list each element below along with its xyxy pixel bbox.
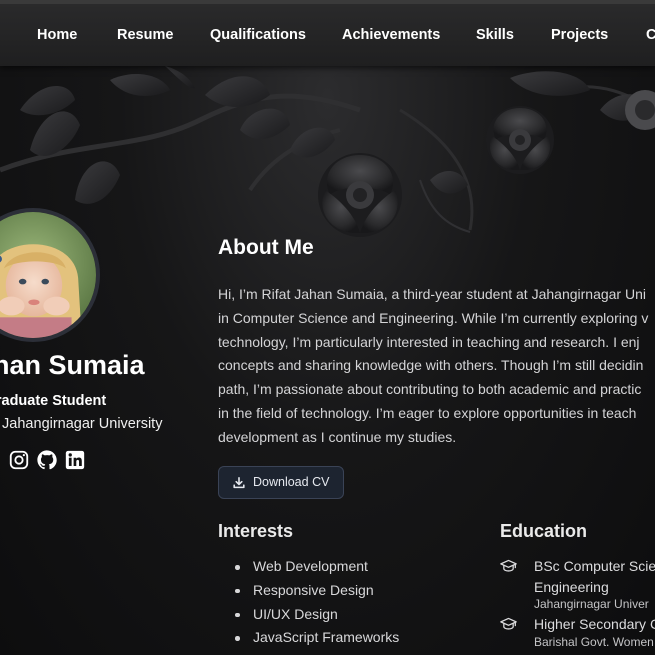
list-item: Responsive Design xyxy=(232,579,399,603)
about-line: concepts and sharing knowledge with othe… xyxy=(218,357,644,374)
about-line: Hi, I’m Rifat Jahan Sumaia, a third-year… xyxy=(218,286,646,302)
download-cv-label: Download CV xyxy=(253,475,330,489)
interests-list: Web Development Responsive Design UI/UX … xyxy=(232,555,399,650)
education-item: Higher Secondary C Barishal Govt. Women xyxy=(500,614,655,654)
education-school: Jahangirnagar Univer xyxy=(534,597,649,611)
about-line: in the field of technology. I’m eager to… xyxy=(218,404,637,421)
education-degree-line: Engineering xyxy=(534,579,609,595)
nav-item-projects[interactable]: Projects xyxy=(551,4,608,66)
about-line: in Computer Science and Engineering. Whi… xyxy=(218,309,649,326)
profile-affiliation: , Jahangirnagar University xyxy=(0,416,163,432)
nav-item-resume[interactable]: Resume xyxy=(117,4,173,66)
list-item: UI/UX Design xyxy=(232,603,399,627)
interests-title: Interests xyxy=(218,521,294,541)
profile-name: ahan Sumaia xyxy=(0,350,145,380)
education-item: BSc Computer Scie Engineering Jahangirna… xyxy=(500,556,655,616)
nav-item-skills[interactable]: Skills xyxy=(476,4,514,66)
education-degree-line: Higher Secondary C xyxy=(534,616,655,632)
top-navigation: Home Resume Qualifications Achievements … xyxy=(0,4,655,66)
window-top-strip xyxy=(0,0,655,4)
nav-item-qualifications[interactable]: Qualifications xyxy=(210,4,306,66)
graduation-cap-icon xyxy=(500,559,517,572)
linkedin-icon[interactable] xyxy=(64,449,86,471)
download-cv-button[interactable]: Download CV xyxy=(218,466,344,499)
avatar-photo xyxy=(0,212,96,338)
nav-item-achievements[interactable]: Achievements xyxy=(342,4,440,66)
education-school: Barishal Govt. Women xyxy=(534,635,654,649)
education-degree-line: BSc Computer Scie xyxy=(534,558,655,574)
education-title: Education xyxy=(500,521,588,541)
nav-item-home[interactable]: Home xyxy=(37,4,77,66)
about-line: path, I’m passionate about contributing … xyxy=(218,381,642,398)
graduation-cap-icon xyxy=(500,617,517,630)
education-degree: BSc Computer Scie Engineering xyxy=(534,556,655,598)
about-title: About Me xyxy=(218,236,314,259)
about-line: technology, I’m particularly interested … xyxy=(218,333,640,350)
portfolio-page: Home Resume Qualifications Achievements … xyxy=(0,0,655,655)
instagram-icon[interactable] xyxy=(8,449,30,471)
nav-item-contact[interactable]: Co xyxy=(646,4,655,66)
education-degree: Higher Secondary C xyxy=(534,614,655,635)
list-item: Web Development xyxy=(232,555,399,579)
about-paragraph: Hi, I’m Rifat Jahan Sumaia, a third-year… xyxy=(218,283,655,450)
profile-role: graduate Student xyxy=(0,393,107,409)
about-line: development as I continue my studies. xyxy=(218,428,457,445)
list-item: JavaScript Frameworks xyxy=(232,626,399,650)
github-icon[interactable] xyxy=(36,449,58,471)
download-icon xyxy=(233,476,245,489)
